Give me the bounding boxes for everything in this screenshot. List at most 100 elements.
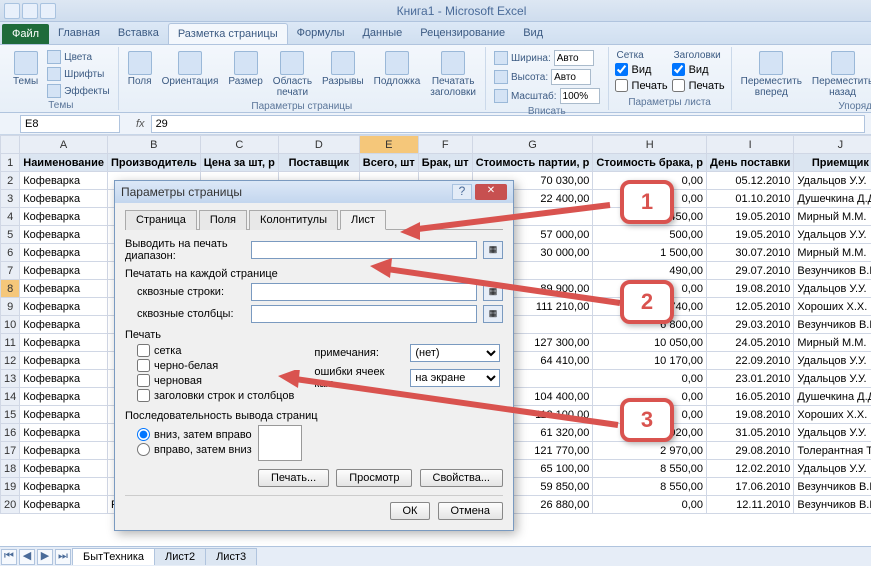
select-all-corner[interactable] (1, 136, 20, 154)
cell[interactable]: 01.10.2010 (707, 190, 794, 208)
ok-button[interactable]: ОК (390, 502, 431, 520)
dialog-titlebar[interactable]: Параметры страницы ? ✕ (115, 181, 513, 203)
row-header-2[interactable]: 2 (1, 172, 20, 190)
row-header-20[interactable]: 20 (1, 496, 20, 514)
sheet-tab-0[interactable]: БытТехника (72, 548, 155, 565)
row-header-1[interactable]: 1 (1, 154, 20, 172)
cell[interactable]: Мирный М.М. (794, 244, 871, 262)
headings-view-check[interactable]: Вид (672, 63, 725, 76)
col-header-D[interactable]: D (278, 136, 359, 154)
col-header-C[interactable]: C (200, 136, 278, 154)
ribbon-tab-4[interactable]: Данные (353, 23, 411, 44)
draft-checkbox[interactable]: черновая (137, 374, 294, 387)
arrange-btn-0[interactable]: Переместитьвперед (738, 49, 805, 100)
sheet-nav-prev[interactable]: ◀ (19, 549, 35, 565)
cell[interactable]: 10 170,00 (593, 352, 707, 370)
cell[interactable]: 12.02.2010 (707, 460, 794, 478)
row-header-10[interactable]: 10 (1, 316, 20, 334)
cell[interactable]: Везунчиков В.В. (794, 262, 871, 280)
cell[interactable]: 8 550,00 (593, 460, 707, 478)
print-button[interactable]: Печать... (258, 469, 329, 487)
headings-checkbox[interactable]: заголовки строк и столбцов (137, 389, 294, 402)
table-header-cell[interactable]: Стоимость партии, р (472, 154, 593, 172)
sheet-tab-1[interactable]: Лист2 (154, 548, 206, 565)
cell[interactable]: 22.09.2010 (707, 352, 794, 370)
row-header-4[interactable]: 4 (1, 208, 20, 226)
file-tab[interactable]: Файл (2, 24, 49, 44)
order-over-radio[interactable]: вправо, затем вниз (137, 443, 252, 456)
effects-button[interactable]: Эффекты (45, 83, 111, 99)
cell[interactable]: 23.01.2010 (707, 370, 794, 388)
cell[interactable]: 19.05.2010 (707, 208, 794, 226)
row-header-18[interactable]: 18 (1, 460, 20, 478)
cell[interactable]: 0,00 (593, 496, 707, 514)
row-header-15[interactable]: 15 (1, 406, 20, 424)
width-input[interactable] (554, 50, 594, 66)
cell[interactable]: Душечкина Д.Д. (794, 190, 871, 208)
dialog-tab-3[interactable]: Лист (340, 210, 386, 230)
cell[interactable]: Удальцов У.У. (794, 352, 871, 370)
cell[interactable]: Удальцов У.У. (794, 424, 871, 442)
qat-save-icon[interactable] (4, 3, 20, 19)
ribbon-tab-5[interactable]: Рецензирование (411, 23, 514, 44)
cancel-button[interactable]: Отмена (438, 502, 503, 520)
row-header-3[interactable]: 3 (1, 190, 20, 208)
themes-button[interactable]: Темы (10, 49, 41, 89)
cell[interactable]: Кофеварка (20, 172, 108, 190)
cell[interactable]: Кофеварка (20, 424, 108, 442)
table-header-cell[interactable]: Цена за шт, р (200, 154, 278, 172)
cell[interactable]: 29.08.2010 (707, 442, 794, 460)
qat-redo-icon[interactable] (40, 3, 56, 19)
col-header-G[interactable]: G (472, 136, 593, 154)
cell[interactable]: 30.07.2010 (707, 244, 794, 262)
row-header-7[interactable]: 7 (1, 262, 20, 280)
table-header-cell[interactable]: Производитель (107, 154, 200, 172)
table-header-cell[interactable]: Брак, шт (418, 154, 472, 172)
cell[interactable]: Хороших Х.Х. (794, 298, 871, 316)
cell[interactable]: Кофеварка (20, 388, 108, 406)
print-range-input[interactable] (251, 241, 477, 259)
dialog-close-icon[interactable]: ✕ (475, 184, 507, 200)
arrange-btn-1[interactable]: Переместитьназад (809, 49, 871, 100)
width-control[interactable]: Ширина: (492, 49, 602, 67)
grid-checkbox[interactable]: сетка (137, 344, 294, 357)
cell[interactable]: 8 550,00 (593, 478, 707, 496)
cell[interactable]: Мирный М.М. (794, 334, 871, 352)
preview-button[interactable]: Просмотр (336, 469, 412, 487)
cell[interactable]: Везунчиков В.В. (794, 316, 871, 334)
page-setup-btn-1[interactable]: Ориентация (159, 49, 222, 89)
cols-ref-icon[interactable]: ▦ (483, 305, 503, 323)
row-header-5[interactable]: 5 (1, 226, 20, 244)
cell[interactable]: Кофеварка (20, 370, 108, 388)
height-control[interactable]: Высота: (492, 68, 602, 86)
order-down-radio[interactable]: вниз, затем вправо (137, 428, 252, 441)
comments-select[interactable]: (нет) (410, 344, 500, 362)
cell[interactable]: 2 970,00 (593, 442, 707, 460)
cell[interactable]: 12.11.2010 (707, 496, 794, 514)
gridlines-print-check[interactable]: Печать (615, 79, 668, 92)
cell[interactable]: Кофеварка (20, 226, 108, 244)
qat-undo-icon[interactable] (22, 3, 38, 19)
col-header-I[interactable]: I (707, 136, 794, 154)
dialog-tab-2[interactable]: Колонтитулы (249, 210, 338, 230)
cell[interactable]: Удальцов У.У. (794, 460, 871, 478)
col-header-B[interactable]: B (107, 136, 200, 154)
cell[interactable]: 0,00 (593, 370, 707, 388)
cell[interactable]: Кофеварка (20, 208, 108, 226)
table-header-cell[interactable]: Всего, шт (359, 154, 418, 172)
table-header-cell[interactable]: День поставки (707, 154, 794, 172)
cell[interactable]: 500,00 (593, 226, 707, 244)
table-header-cell[interactable]: Стоимость брака, р (593, 154, 707, 172)
cell[interactable]: Кофеварка (20, 406, 108, 424)
ribbon-tab-0[interactable]: Главная (49, 23, 109, 44)
row-header-8[interactable]: 8 (1, 280, 20, 298)
fx-icon[interactable]: fx (130, 118, 151, 130)
page-setup-btn-4[interactable]: Разрывы (319, 49, 367, 89)
print-range-ref-icon[interactable]: ▦ (483, 241, 503, 259)
cell[interactable]: 29.07.2010 (707, 262, 794, 280)
cell[interactable]: Мирный М.М. (794, 208, 871, 226)
name-box[interactable] (20, 115, 120, 133)
cell[interactable]: Кофеварка (20, 298, 108, 316)
height-input[interactable] (551, 69, 591, 85)
bw-checkbox[interactable]: черно-белая (137, 359, 294, 372)
